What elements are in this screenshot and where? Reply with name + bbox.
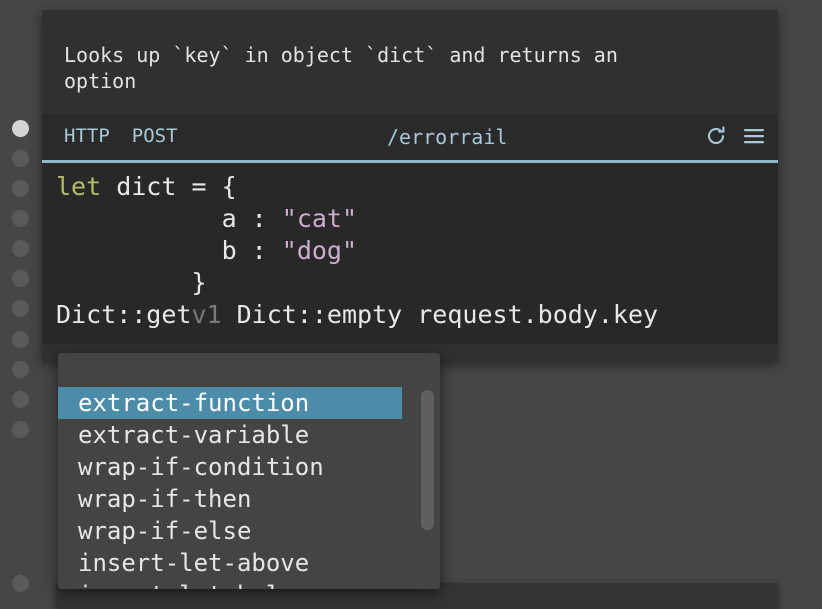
code-line: a : "cat" [42,203,778,235]
refresh-icon[interactable] [704,123,728,149]
sidebar-nav-dot-12[interactable] [12,575,29,592]
code-token-plain: dict = { [101,172,237,201]
autocomplete-dropdown[interactable]: extract-function extract-variable wrap-if-… [58,353,440,589]
http-header-icons [704,123,766,149]
autocomplete-item[interactable]: extract-variable [58,419,440,451]
http-header-left: HTTP POST [64,125,178,147]
sidebar-nav-dot-3[interactable] [12,180,29,197]
http-request-header: HTTP POST /errorrail [42,114,778,163]
code-token-version: v1 [191,300,222,329]
editor-panel: Looks up `key` in object `dict` and retu… [42,10,778,362]
autocomplete-list[interactable]: extract-function extract-variable wrap-if-… [58,387,440,589]
code-token-string: "dog" [281,236,358,265]
autocomplete-item[interactable]: extract-function [58,387,402,419]
sidebar-nav-dot-2[interactable] [12,150,29,167]
sidebar-nav-dot-4[interactable] [12,210,29,227]
sidebar-nav-dot-1[interactable] [12,120,29,137]
sidebar-nav-dot-10[interactable] [12,391,29,408]
autocomplete-item[interactable]: wrap-if-condition [58,451,440,483]
code-line: Dict::getv1 Dict::empty request.body.key [42,299,778,331]
code-editor-area[interactable]: let dict = { a : "cat" b : "dog" } Dict::… [42,163,778,344]
sidebar-nav-dot-8[interactable] [12,331,29,348]
code-line: } [42,267,778,299]
sidebar-nav-dot-6[interactable] [12,270,29,287]
autocomplete-item[interactable]: insert-let-below [58,579,440,589]
code-line: b : "dog" [42,235,778,267]
autocomplete-item[interactable]: wrap-if-else [58,515,440,547]
autocomplete-item[interactable]: insert-let-above [58,547,440,579]
autocomplete-scrollbar-thumb[interactable] [421,390,434,530]
code-token-plain: a : [56,204,282,233]
code-token-keyword: let [56,172,102,201]
code-token-plain: Dict::get [56,300,192,329]
http-path-label[interactable]: /errorrail [387,125,507,149]
sidebar-nav-dot-9[interactable] [12,361,29,378]
code-token-plain: b : [56,236,282,265]
autocomplete-item[interactable]: wrap-if-then [58,483,440,515]
sidebar-nav-dot-5[interactable] [12,240,29,257]
sidebar-nav-dot-11[interactable] [12,421,29,438]
http-protocol-label: HTTP [64,125,110,147]
code-token-plain: Dict::empty request.body.key [221,300,659,329]
sidebar-nav-dot-7[interactable] [12,300,29,317]
hamburger-menu-icon[interactable] [742,123,766,149]
code-line: let dict = { [42,171,778,203]
sidebar-dot-rail [0,0,42,596]
code-token-plain: } [56,268,207,297]
doc-tooltip: Looks up `key` in object `dict` and retu… [42,10,778,114]
code-token-string: "cat" [281,204,358,233]
http-method-label[interactable]: POST [132,125,178,147]
